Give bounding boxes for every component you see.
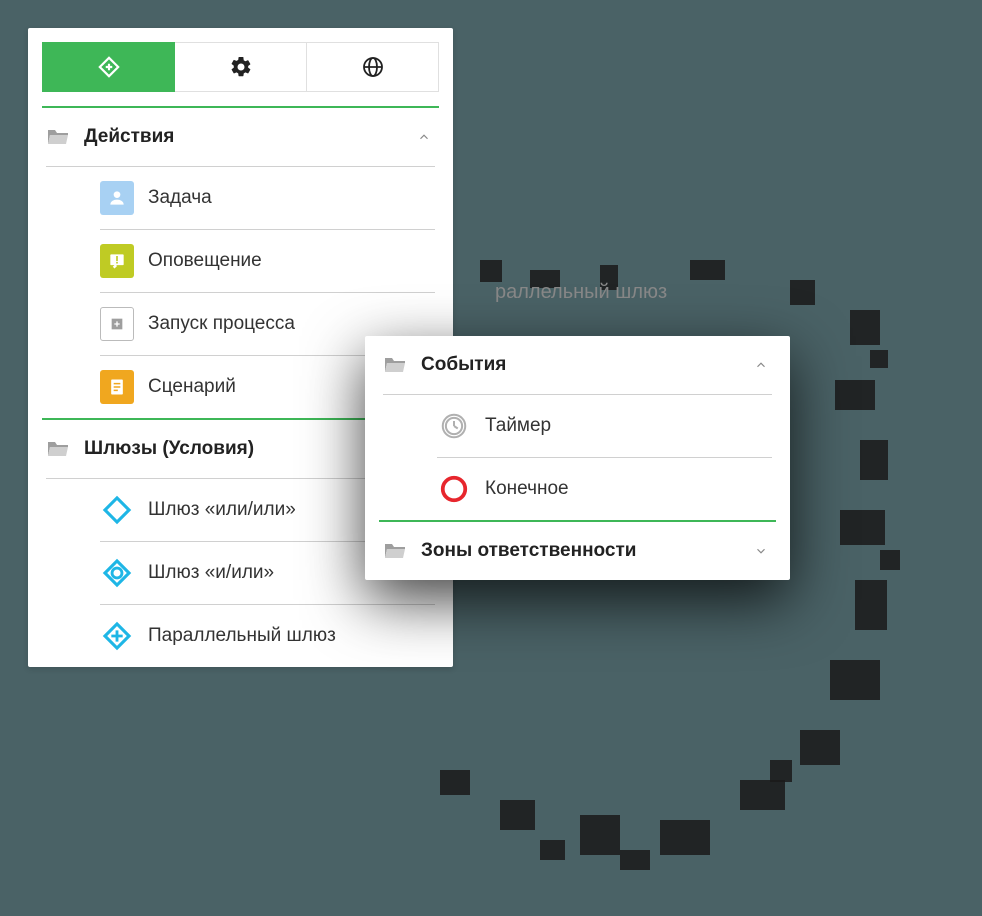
section-title: Действия <box>84 126 417 148</box>
section-header-zones[interactable]: Зоны ответственности <box>365 522 790 580</box>
section-header-events[interactable]: События <box>365 336 790 394</box>
section-header-actions[interactable]: Действия <box>28 108 453 166</box>
notification-icon <box>100 244 134 278</box>
tab-add[interactable] <box>42 42 175 92</box>
palette-item-timer[interactable]: Таймер <box>365 395 790 457</box>
timer-icon <box>437 409 471 443</box>
palette-item-task[interactable]: Задача <box>28 167 453 229</box>
item-label: Таймер <box>485 415 772 437</box>
folder-open-icon <box>383 541 407 561</box>
folder-open-icon <box>46 127 70 147</box>
tab-globe[interactable] <box>307 42 439 92</box>
gateway-parallel-icon <box>100 619 134 653</box>
section-title: Зоны ответственности <box>421 540 754 562</box>
script-icon <box>100 370 134 404</box>
section-title: События <box>421 354 754 376</box>
tab-settings[interactable] <box>175 42 307 92</box>
palette-item-end[interactable]: Конечное <box>365 458 790 520</box>
ghost-label: раллельный шлюз <box>495 281 667 304</box>
folder-open-icon <box>46 439 70 459</box>
chevron-up-icon <box>754 358 768 372</box>
item-label: Параллельный шлюз <box>148 625 435 647</box>
folder-open-icon <box>383 355 407 375</box>
palette-item-gw-parallel[interactable]: Параллельный шлюз <box>28 605 453 667</box>
process-icon <box>100 307 134 341</box>
globe-icon <box>361 55 385 79</box>
chevron-up-icon <box>417 130 431 144</box>
palette-panel-secondary: События Таймер Конечное Зоны ответственн… <box>365 336 790 580</box>
gateway-andor-icon <box>100 556 134 590</box>
item-label: Оповещение <box>148 250 435 272</box>
item-label: Конечное <box>485 478 772 500</box>
end-event-icon <box>437 472 471 506</box>
item-label: Задача <box>148 187 435 209</box>
diamond-plus-icon <box>96 54 122 80</box>
chevron-down-icon <box>754 544 768 558</box>
palette-item-notify[interactable]: Оповещение <box>28 230 453 292</box>
item-label: Запуск процесса <box>148 313 435 335</box>
tab-bar <box>28 28 453 92</box>
gear-icon <box>229 55 253 79</box>
task-icon <box>100 181 134 215</box>
gateway-or-icon <box>100 493 134 527</box>
